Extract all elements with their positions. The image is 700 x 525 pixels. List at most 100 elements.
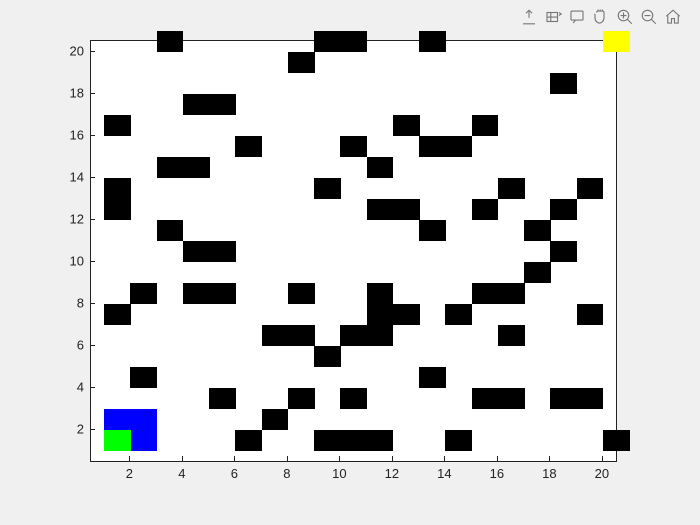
y-tick: 6 <box>60 337 84 352</box>
wall-cell <box>209 94 236 116</box>
wall-cell <box>577 178 604 200</box>
wall-cell <box>314 31 341 53</box>
wall-cell <box>550 73 577 95</box>
wall-cell <box>498 325 525 347</box>
y-tick: 2 <box>60 421 84 436</box>
wall-cell <box>524 262 551 284</box>
wall-cell <box>393 199 420 221</box>
figure-toolbar <box>520 8 682 26</box>
wall-cell <box>445 304 472 326</box>
y-tick: 10 <box>60 253 84 268</box>
y-tick: 20 <box>60 43 84 58</box>
wall-cell <box>419 31 446 53</box>
wall-cell <box>183 241 210 263</box>
y-tick: 4 <box>60 379 84 394</box>
x-tick: 6 <box>231 466 238 481</box>
path-cell <box>130 409 157 431</box>
wall-cell <box>209 241 236 263</box>
wall-cell <box>288 52 315 74</box>
wall-cell <box>262 325 289 347</box>
wall-cell <box>288 325 315 347</box>
wall-cell <box>288 283 315 305</box>
wall-cell <box>524 220 551 242</box>
y-tick: 8 <box>60 295 84 310</box>
wall-cell <box>367 283 394 305</box>
wall-cell <box>550 199 577 221</box>
x-tick: 16 <box>490 466 504 481</box>
wall-cell <box>157 157 184 179</box>
wall-cell <box>262 409 289 431</box>
wall-cell <box>393 115 420 137</box>
wall-cell <box>183 283 210 305</box>
wall-cell <box>104 304 131 326</box>
wall-cell <box>550 241 577 263</box>
wall-cell <box>157 220 184 242</box>
home-icon[interactable] <box>664 8 682 26</box>
wall-cell <box>577 388 604 410</box>
x-tick: 4 <box>178 466 185 481</box>
wall-cell <box>419 220 446 242</box>
x-tick: 14 <box>437 466 451 481</box>
wall-cell <box>498 178 525 200</box>
datatip-icon[interactable] <box>568 8 586 26</box>
wall-cell <box>445 430 472 452</box>
x-tick: 12 <box>385 466 399 481</box>
y-tick: 18 <box>60 85 84 100</box>
wall-cell <box>367 199 394 221</box>
wall-cell <box>183 157 210 179</box>
wall-cell <box>235 430 262 452</box>
wall-cell <box>209 388 236 410</box>
wall-cell <box>367 304 394 326</box>
wall-cell <box>314 178 341 200</box>
goal-cell <box>603 31 630 53</box>
y-tick: 14 <box>60 169 84 184</box>
wall-cell <box>183 94 210 116</box>
wall-cell <box>393 304 420 326</box>
wall-cell <box>472 199 499 221</box>
x-tick: 20 <box>595 466 609 481</box>
x-tick: 10 <box>332 466 346 481</box>
wall-cell <box>130 367 157 389</box>
axes <box>90 40 617 462</box>
brush-icon[interactable] <box>544 8 562 26</box>
wall-cell <box>472 115 499 137</box>
wall-cell <box>340 388 367 410</box>
wall-cell <box>367 325 394 347</box>
zoomin-icon[interactable] <box>616 8 634 26</box>
wall-cell <box>577 304 604 326</box>
wall-cell <box>419 136 446 158</box>
wall-cell <box>472 388 499 410</box>
export-icon[interactable] <box>520 8 538 26</box>
wall-cell <box>367 157 394 179</box>
wall-cell <box>498 283 525 305</box>
wall-cell <box>340 31 367 53</box>
wall-cell <box>130 283 157 305</box>
wall-cell <box>419 367 446 389</box>
wall-cell <box>340 430 367 452</box>
wall-cell <box>603 430 630 452</box>
y-tick: 12 <box>60 211 84 226</box>
wall-cell <box>104 115 131 137</box>
y-tick: 16 <box>60 127 84 142</box>
wall-cell <box>288 388 315 410</box>
x-tick: 2 <box>126 466 133 481</box>
path-cell <box>130 430 157 452</box>
wall-cell <box>314 430 341 452</box>
wall-cell <box>104 178 131 200</box>
wall-cell <box>157 31 184 53</box>
wall-cell <box>209 283 236 305</box>
x-tick: 8 <box>283 466 290 481</box>
wall-cell <box>367 430 394 452</box>
zoomout-icon[interactable] <box>640 8 658 26</box>
start-cell <box>104 430 131 452</box>
x-tick: 18 <box>542 466 556 481</box>
wall-cell <box>104 199 131 221</box>
wall-cell <box>235 136 262 158</box>
wall-cell <box>445 136 472 158</box>
wall-cell <box>340 325 367 347</box>
wall-cell <box>472 283 499 305</box>
pan-icon[interactable] <box>592 8 610 26</box>
path-cell <box>104 409 131 431</box>
wall-cell <box>340 136 367 158</box>
wall-cell <box>550 388 577 410</box>
